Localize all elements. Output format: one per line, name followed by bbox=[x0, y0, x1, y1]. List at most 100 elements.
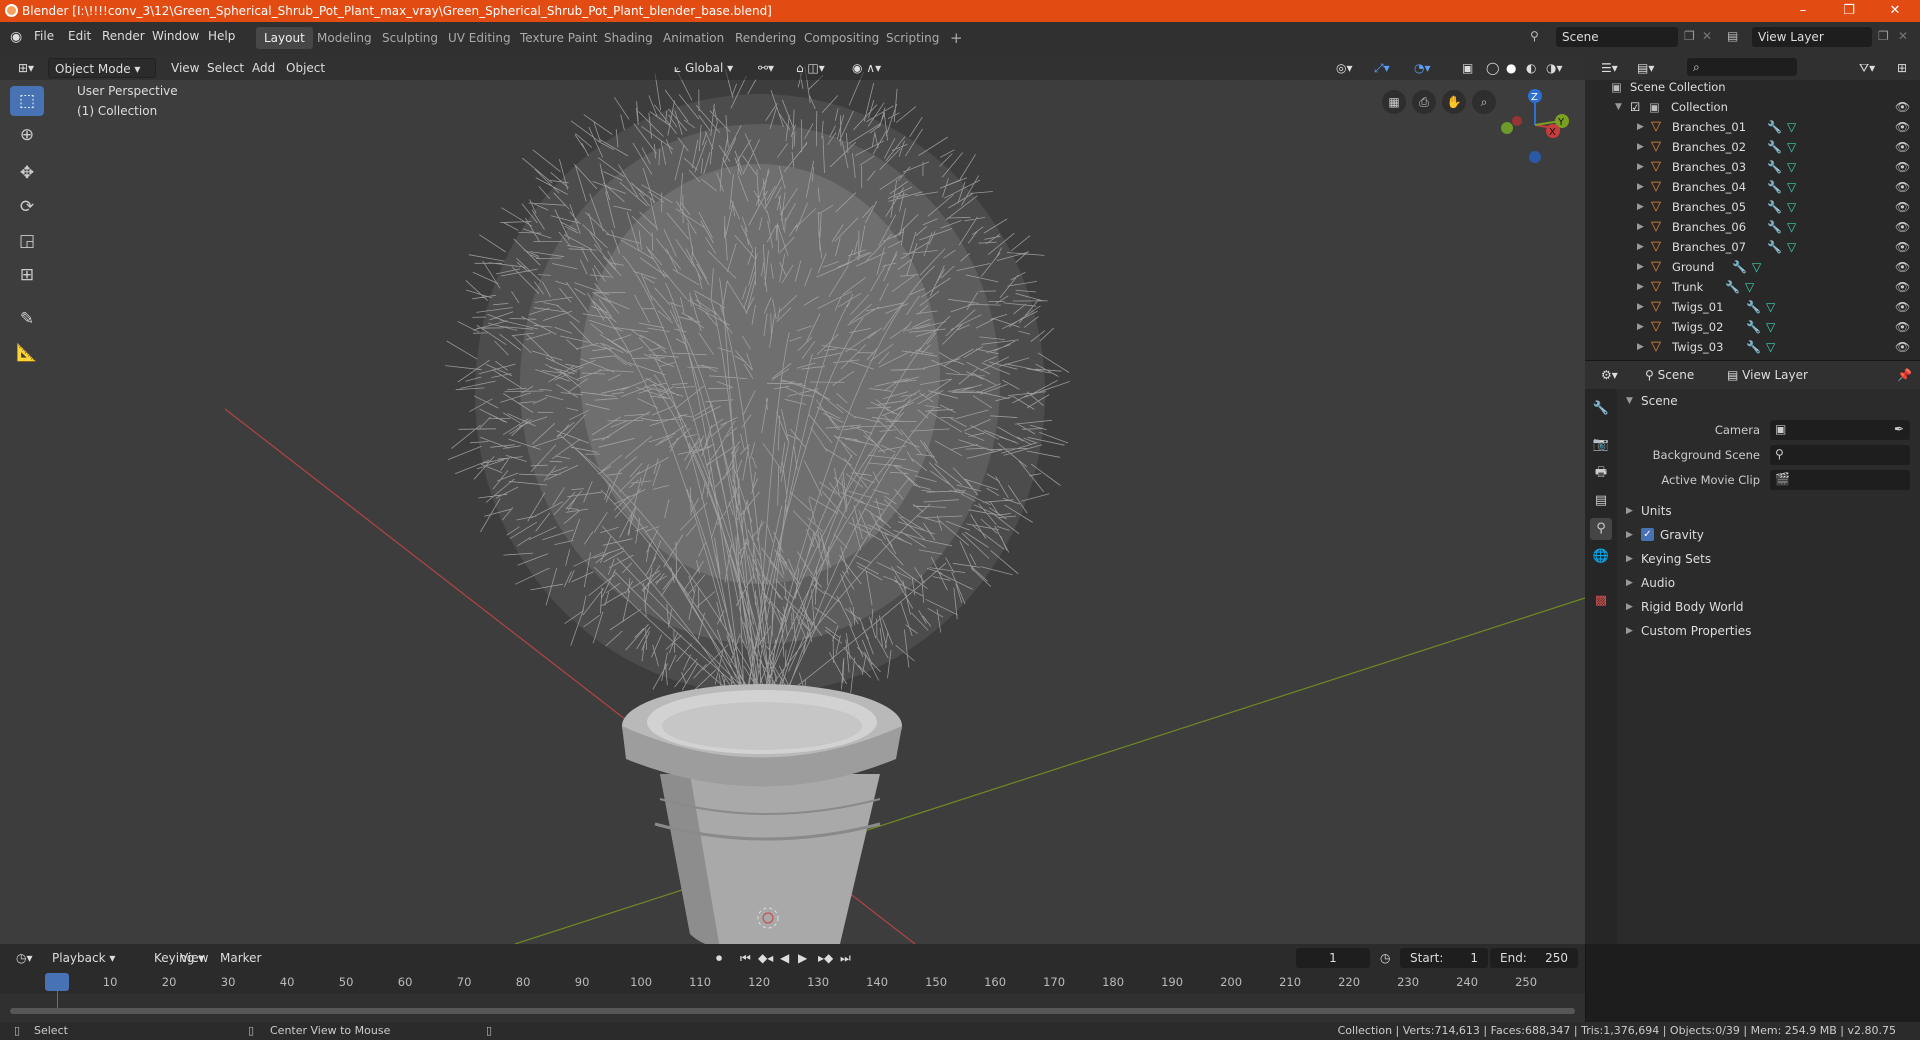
modifier-wrench-icon[interactable]: 🔧 bbox=[1767, 197, 1782, 217]
outliner-item[interactable]: ▶ ▽ Branches_01 🔧 ▽ 👁 bbox=[1585, 117, 1920, 137]
modifier-wrench-icon[interactable]: 🔧 bbox=[1767, 177, 1782, 197]
eye-icon[interactable]: 👁 bbox=[1895, 217, 1910, 237]
outliner-collection[interactable]: ▼ ☑ ▣ Collection 👁 bbox=[1585, 97, 1920, 117]
outliner-item[interactable]: ▶ ▽ Twigs_03 🔧 ▽ 👁 bbox=[1585, 337, 1920, 357]
camera-field[interactable]: ▣ ✒ bbox=[1770, 420, 1910, 440]
expand-item-icon[interactable]: ▶ bbox=[1637, 157, 1644, 177]
section-keying-sets[interactable]: ▶ Keying Sets bbox=[1617, 547, 1920, 571]
object-mode-dropdown[interactable]: Object Mode ▾ bbox=[48, 58, 156, 78]
navigation-gizmo[interactable]: Z Y X bbox=[1490, 80, 1580, 170]
expand-item-icon[interactable]: ▶ bbox=[1637, 197, 1644, 217]
eye-icon[interactable]: 👁 bbox=[1895, 197, 1910, 217]
output-tab-icon[interactable]: 🖶 bbox=[1590, 462, 1612, 484]
menu-edit[interactable]: Edit bbox=[68, 29, 91, 43]
tab-modeling[interactable]: Modeling bbox=[309, 27, 380, 49]
tab-shading[interactable]: Shading bbox=[596, 27, 661, 49]
expand-item-icon[interactable]: ▶ bbox=[1637, 337, 1644, 357]
mesh-data-icon[interactable]: ▽ bbox=[1766, 337, 1775, 357]
expand-item-icon[interactable]: ▶ bbox=[1637, 317, 1644, 337]
modifier-wrench-icon[interactable]: 🔧 bbox=[1767, 137, 1782, 157]
view-layer-tab[interactable]: ▤ View Layer bbox=[1721, 365, 1814, 385]
new-scene-icon[interactable]: ❐ bbox=[1684, 29, 1695, 43]
modifier-wrench-icon[interactable]: 🔧 bbox=[1767, 217, 1782, 237]
scene-tab[interactable]: ⚲ Scene bbox=[1639, 365, 1700, 385]
eye-icon[interactable]: 👁 bbox=[1895, 297, 1910, 317]
modifier-wrench-icon[interactable]: 🔧 bbox=[1767, 157, 1782, 177]
end-frame-field[interactable]: End: 250 bbox=[1490, 948, 1578, 968]
world-tab-icon[interactable]: 🌐 bbox=[1590, 546, 1612, 568]
jump-end-icon[interactable]: ⏭ bbox=[834, 948, 857, 968]
outliner-scene-collection[interactable]: ▣ Scene Collection bbox=[1585, 77, 1920, 97]
mesh-data-icon[interactable]: ▽ bbox=[1787, 177, 1796, 197]
background-scene-field[interactable]: ⚲ bbox=[1770, 445, 1910, 465]
expand-item-icon[interactable]: ▶ bbox=[1637, 257, 1644, 277]
eye-icon[interactable]: 👁 bbox=[1895, 257, 1910, 277]
add-workspace-button[interactable]: + bbox=[942, 27, 971, 49]
rotate-icon[interactable]: ⟳ bbox=[10, 192, 44, 222]
camera-view-icon[interactable]: ⎙ bbox=[1412, 90, 1436, 114]
scale-icon[interactable]: ◲ bbox=[10, 226, 44, 256]
menu-add[interactable]: Add bbox=[246, 58, 281, 78]
render-tab-icon[interactable]: 📷 bbox=[1590, 434, 1612, 456]
outliner-item[interactable]: ▶ ▽ Branches_03 🔧 ▽ 👁 bbox=[1585, 157, 1920, 177]
active-movie-clip-field[interactable]: 🎬 bbox=[1770, 470, 1910, 490]
menu-file[interactable]: File bbox=[34, 29, 54, 43]
mesh-data-icon[interactable]: ▽ bbox=[1752, 257, 1761, 277]
timeline-scrollbar[interactable] bbox=[10, 1008, 1575, 1014]
clock-icon[interactable]: ◷ bbox=[1374, 948, 1396, 968]
expand-item-icon[interactable]: ▶ bbox=[1637, 217, 1644, 237]
menu-view[interactable]: View bbox=[165, 58, 205, 78]
eye-icon[interactable]: 👁 bbox=[1895, 117, 1910, 137]
modifier-wrench-icon[interactable]: 🔧 bbox=[1767, 117, 1782, 137]
menu-help[interactable]: Help bbox=[208, 29, 235, 43]
expand-item-icon[interactable]: ▶ bbox=[1637, 297, 1644, 317]
mesh-data-icon[interactable]: ▽ bbox=[1787, 117, 1796, 137]
expand-collection-icon[interactable]: ▼ bbox=[1615, 97, 1622, 117]
overlay-toggle-icon[interactable]: ◔▾ bbox=[1408, 58, 1437, 78]
modifier-wrench-icon[interactable]: 🔧 bbox=[1767, 237, 1782, 257]
tab-scripting[interactable]: Scripting bbox=[878, 27, 947, 49]
section-gravity[interactable]: ▶ ✓ Gravity bbox=[1617, 523, 1920, 547]
3d-viewport[interactable] bbox=[0, 54, 1585, 944]
pin-icon[interactable]: 📌 bbox=[1891, 365, 1918, 385]
filter-icon[interactable]: ⛛▾ bbox=[1853, 58, 1881, 78]
mesh-data-icon[interactable]: ▽ bbox=[1766, 297, 1775, 317]
view-layer-field[interactable]: View Layer bbox=[1752, 27, 1872, 47]
scene-props-tab-icon[interactable]: ⚲ bbox=[1590, 518, 1612, 540]
outliner-item[interactable]: ▶ ▽ Branches_04 🔧 ▽ 👁 bbox=[1585, 177, 1920, 197]
eye-icon[interactable]: 👁 bbox=[1895, 337, 1910, 357]
delete-scene-icon[interactable]: ✕ bbox=[1702, 29, 1712, 43]
eye-icon[interactable]: 👁 bbox=[1895, 97, 1910, 117]
snap-icon[interactable]: ⌂ ◫▾ bbox=[790, 58, 831, 78]
eye-icon[interactable]: 👁 bbox=[1895, 177, 1910, 197]
collection-checkbox-icon[interactable]: ☑ bbox=[1630, 97, 1640, 117]
playhead[interactable] bbox=[45, 973, 69, 991]
outliner-item[interactable]: ▶ ▽ Branches_06 🔧 ▽ 👁 bbox=[1585, 217, 1920, 237]
delete-view-layer-icon[interactable]: ✕ bbox=[1898, 29, 1908, 43]
eye-icon[interactable]: 👁 bbox=[1895, 317, 1910, 337]
menu-timeline-view[interactable]: View bbox=[174, 948, 214, 968]
minimize-button[interactable]: – bbox=[1780, 0, 1826, 22]
outliner-item[interactable]: ▶ ▽ Twigs_02 🔧 ▽ 👁 bbox=[1585, 317, 1920, 337]
tab-texture-paint[interactable]: Texture Paint bbox=[512, 27, 605, 49]
mesh-data-icon[interactable]: ▽ bbox=[1787, 217, 1796, 237]
modifier-wrench-icon[interactable]: 🔧 bbox=[1746, 337, 1761, 357]
blender-menu-icon[interactable]: ◉ bbox=[10, 29, 22, 45]
rendered-shading-icon[interactable]: ◑▾ bbox=[1540, 58, 1569, 78]
current-frame-field[interactable]: 1 bbox=[1296, 948, 1370, 968]
display-mode-icon[interactable]: ▤▾ bbox=[1631, 58, 1660, 78]
section-scene[interactable]: ▼ Scene bbox=[1617, 389, 1920, 413]
properties-editor-type-icon[interactable]: ⚙▾ bbox=[1595, 365, 1624, 385]
annotate-icon[interactable]: ✎ bbox=[10, 304, 44, 334]
transform-orientation-dropdown[interactable]: ⟀ Global ▾ bbox=[668, 58, 739, 78]
eyedropper-icon[interactable]: ✒ bbox=[1894, 422, 1904, 436]
section-audio[interactable]: ▶ Audio bbox=[1617, 571, 1920, 595]
measure-icon[interactable]: 📐 bbox=[10, 338, 44, 368]
outliner-item[interactable]: ▶ ▽ Ground 🔧 ▽ 👁 bbox=[1585, 257, 1920, 277]
view-layer-props-tab-icon[interactable]: ▤ bbox=[1590, 490, 1612, 512]
gravity-checkbox[interactable]: ✓ bbox=[1641, 528, 1654, 541]
outliner-item[interactable]: ▶ ▽ Twigs_01 🔧 ▽ 👁 bbox=[1585, 297, 1920, 317]
scene-field[interactable]: Scene bbox=[1556, 27, 1678, 47]
gizmo-toggle-icon[interactable]: ⤢▾ bbox=[1368, 58, 1396, 78]
expand-item-icon[interactable]: ▶ bbox=[1637, 117, 1644, 137]
